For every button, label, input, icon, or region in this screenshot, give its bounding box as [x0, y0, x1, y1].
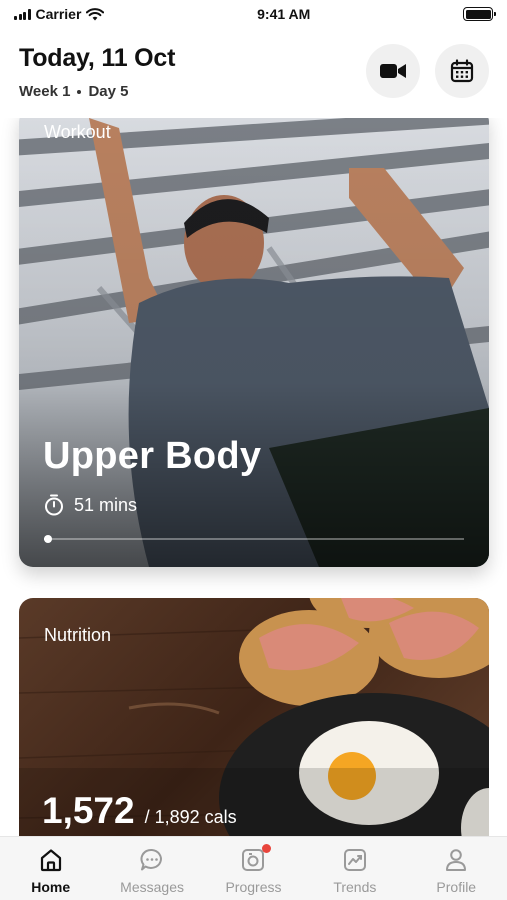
- day-label: Day 5: [88, 83, 129, 100]
- battery-icon: [463, 7, 496, 21]
- workout-duration: 51 mins: [44, 494, 137, 516]
- tab-trends[interactable]: Trends: [310, 847, 400, 895]
- workout-card[interactable]: Workout Upper Body 51 mins: [19, 108, 489, 567]
- trend-chart-icon: [342, 847, 368, 873]
- tab-label-trends: Trends: [333, 879, 377, 895]
- separator-dot: [77, 89, 82, 94]
- tab-label-home: Home: [31, 879, 71, 895]
- workout-label: Workout: [44, 122, 111, 142]
- page-header: Today, 11 Oct Week 1 Day 5: [0, 28, 507, 118]
- user-icon: [443, 847, 469, 873]
- notification-badge: [262, 844, 272, 853]
- chat-bubble-icon: [139, 847, 165, 873]
- calories-consumed: 1,572: [42, 790, 135, 831]
- tab-label-messages: Messages: [120, 879, 184, 895]
- calorie-summary: 1,572 / 1,892 cals: [42, 790, 237, 832]
- tab-bar: Home Messages Progress Trends Profile: [0, 836, 507, 900]
- signal-icon: [14, 8, 31, 20]
- camera-icon: [240, 844, 272, 873]
- workout-progress-track: [44, 535, 464, 543]
- duration-text: 51 mins: [74, 494, 138, 515]
- tab-messages[interactable]: Messages: [107, 847, 197, 895]
- tab-progress[interactable]: Progress: [208, 844, 298, 895]
- video-button[interactable]: [366, 44, 420, 98]
- nutrition-label: Nutrition: [44, 625, 112, 645]
- week-label: Week 1: [19, 83, 71, 100]
- status-left: Carrier: [14, 6, 105, 22]
- status-bar: Carrier 9:41 AM: [0, 0, 507, 28]
- carrier-label: Carrier: [35, 6, 82, 22]
- stopwatch-icon: [45, 494, 63, 516]
- video-camera-icon: [380, 64, 406, 78]
- home-icon: [38, 847, 64, 873]
- calories-target: / 1,892 cals: [144, 807, 237, 827]
- workout-title: Upper Body: [43, 435, 262, 477]
- wifi-icon: [86, 7, 105, 20]
- status-time: 9:41 AM: [257, 6, 311, 22]
- calendar-button[interactable]: [435, 44, 489, 98]
- tab-label-progress: Progress: [225, 879, 282, 895]
- program-progress: Week 1 Day 5: [19, 83, 488, 100]
- tab-label-profile: Profile: [436, 879, 477, 895]
- tab-profile[interactable]: Profile: [411, 847, 501, 895]
- tab-home[interactable]: Home: [6, 847, 96, 895]
- calendar-icon: [450, 59, 474, 83]
